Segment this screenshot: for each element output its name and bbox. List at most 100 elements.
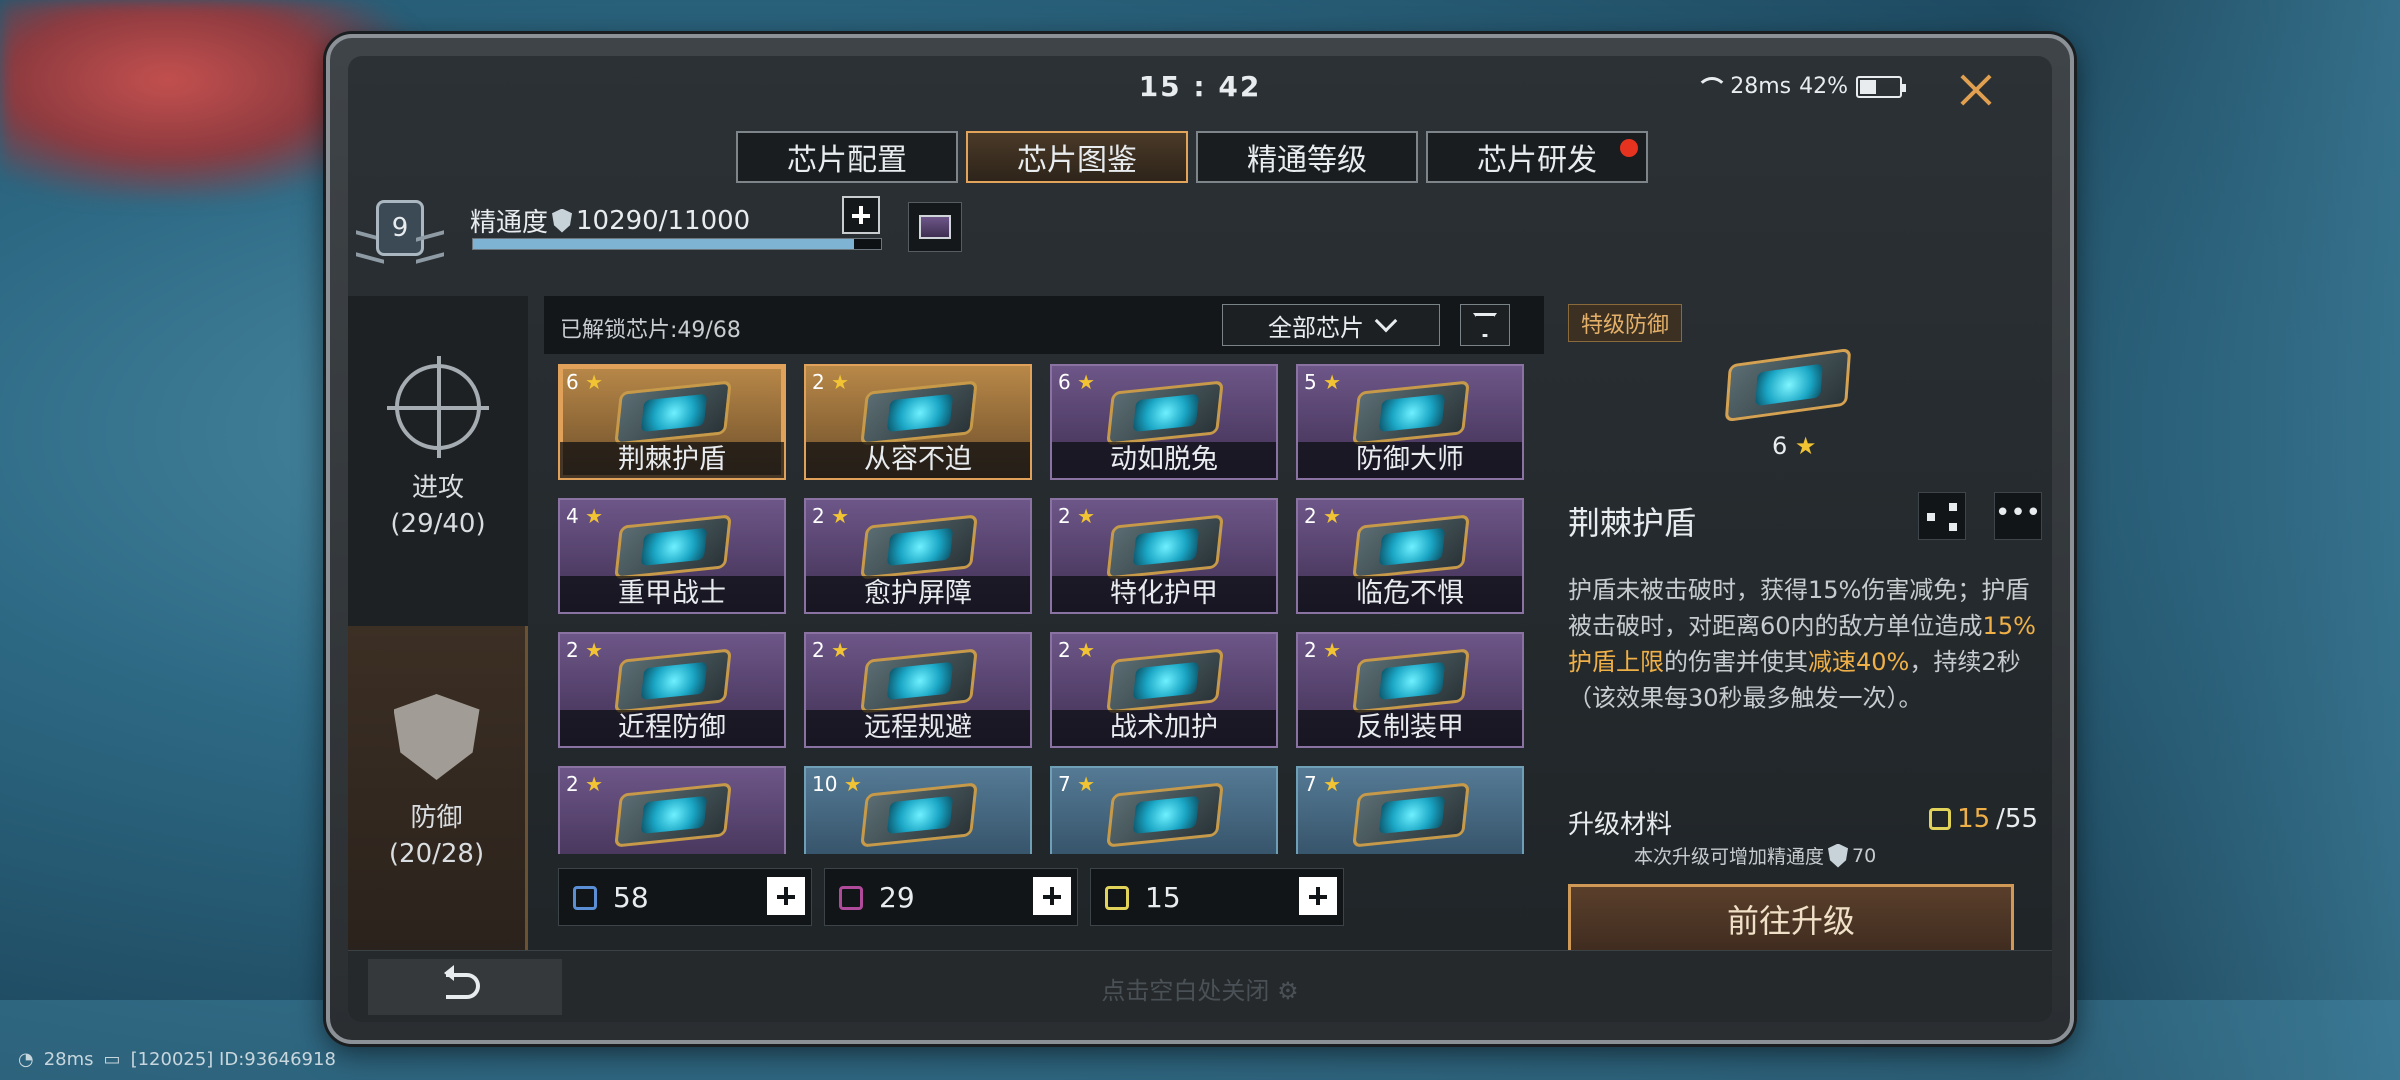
- chip-card[interactable]: 5 ★ 防御大师: [1296, 364, 1524, 480]
- battery-icon: [1856, 75, 1906, 98]
- chip-card[interactable]: 2 ★ 战术加护: [1050, 632, 1278, 748]
- star-icon: ★: [831, 638, 850, 662]
- card-name: 防御大师: [1298, 442, 1522, 478]
- card-stars: 2 ★: [812, 370, 849, 394]
- star-count: 2: [812, 370, 825, 394]
- os-id: [120025] ID:93646918: [130, 1049, 336, 1070]
- chip-card[interactable]: 2 ★ 近程防御: [558, 632, 786, 748]
- card-stars: 2 ★: [1304, 504, 1341, 528]
- close-icon[interactable]: [1958, 72, 1994, 108]
- card-name: 荆棘护盾: [560, 442, 784, 478]
- notification-dot: [1620, 139, 1638, 157]
- filter-value: 全部芯片: [1268, 313, 1364, 342]
- chip-card[interactable]: 2 ★ 远程规避: [804, 632, 1032, 748]
- tree-view-button[interactable]: [1918, 492, 1966, 540]
- material-total: /55: [1996, 804, 2038, 834]
- shield-icon: [393, 694, 480, 780]
- hint-value: 70: [1852, 844, 1877, 867]
- nav-defense[interactable]: 防御 (20/28): [348, 626, 528, 956]
- card-stars: 2 ★: [566, 638, 603, 662]
- grid-header: 已解锁芯片:49/68 全部芯片: [544, 296, 1544, 354]
- tree-node: [1949, 523, 1957, 531]
- info-card-button[interactable]: [908, 202, 962, 252]
- chip-icon: [614, 514, 732, 580]
- tab-mastery-level[interactable]: 精通等级: [1196, 131, 1418, 183]
- chip-card[interactable]: 2 ★ 特化护甲: [1050, 498, 1278, 614]
- chip-card[interactable]: 2 ★ 从容不迫: [804, 364, 1032, 480]
- chip-card[interactable]: 7 ★: [1296, 766, 1524, 854]
- level-badge: 9: [356, 200, 444, 280]
- material-slot: 58: [558, 868, 812, 926]
- card-name: 重甲战士: [560, 576, 784, 612]
- card-stars: 10 ★: [812, 772, 862, 796]
- chip-card[interactable]: 10 ★: [804, 766, 1032, 854]
- screen: 15 : 42 28ms 42% 芯片配置 芯片图鉴 精通等级 芯片研发 9 精通…: [348, 56, 2052, 1022]
- device-frame: 15 : 42 28ms 42% 芯片配置 芯片图鉴 精通等级 芯片研发 9 精通…: [326, 34, 2074, 1044]
- star-count: 2: [566, 772, 579, 796]
- crosshair-icon: [387, 356, 489, 458]
- star-icon: ★: [585, 370, 604, 394]
- chip-name: 荆棘护盾: [1568, 504, 1697, 542]
- tab-chip-research[interactable]: 芯片研发: [1426, 131, 1648, 183]
- chip-icon: [1352, 380, 1470, 446]
- battery-icon: ▭: [103, 1049, 121, 1070]
- star-count: 2: [1058, 638, 1071, 662]
- star-icon: ★: [1794, 432, 1817, 460]
- card-stars: 2 ★: [1304, 638, 1341, 662]
- star-count: 4: [566, 504, 579, 528]
- material-chip-icon: [1105, 886, 1129, 910]
- close-hint[interactable]: 点击空白处关闭 ⚙: [348, 971, 2052, 1006]
- chip-card[interactable]: 2 ★ 愈护屏障: [804, 498, 1032, 614]
- chip-card[interactable]: 2 ★: [558, 766, 786, 854]
- funnel-icon: [1473, 313, 1497, 337]
- nav-attack[interactable]: 进攻 (29/40): [348, 296, 528, 626]
- more-options-button[interactable]: •••: [1994, 492, 2042, 540]
- add-material-button[interactable]: [1299, 877, 1337, 915]
- tab-bar: 芯片配置 芯片图鉴 精通等级 芯片研发: [736, 131, 1648, 183]
- upgrade-hint: 本次升级可增加精通度 70: [1634, 842, 1876, 869]
- chip-icon: [860, 380, 978, 446]
- card-name: 战术加护: [1052, 710, 1276, 746]
- material-chip-icon: [573, 886, 597, 910]
- add-material-button[interactable]: [1033, 877, 1071, 915]
- tab-label: 芯片研发: [1477, 143, 1597, 178]
- chip-card[interactable]: 4 ★ 重甲战士: [558, 498, 786, 614]
- star-icon: ★: [585, 638, 604, 662]
- mastery-progress-bar: [472, 238, 882, 250]
- chip-filter-dropdown[interactable]: 全部芯片: [1222, 304, 1440, 346]
- material-slot: 29: [824, 868, 1078, 926]
- chip-card[interactable]: 2 ★ 临危不惧: [1296, 498, 1524, 614]
- nav-count: (20/28): [388, 839, 485, 869]
- mastery-shield-icon: [552, 208, 573, 233]
- chip-card[interactable]: 6 ★ 荆棘护盾: [558, 364, 786, 480]
- star-count: 10: [812, 772, 838, 796]
- tab-chip-codex[interactable]: 芯片图鉴: [966, 131, 1188, 183]
- chip-icon: [614, 648, 732, 714]
- chip-icon: [860, 648, 978, 714]
- chip-card[interactable]: 7 ★: [1050, 766, 1278, 854]
- add-mastery-button[interactable]: [842, 196, 880, 234]
- star-count: 7: [1058, 772, 1071, 796]
- chip-icon: [1106, 380, 1224, 446]
- hint-text: 本次升级可增加精通度: [1634, 846, 1825, 868]
- chip-material-icon: [1929, 808, 1952, 830]
- card-stars: 2 ★: [812, 504, 849, 528]
- background-blur-right: [2020, 0, 2400, 1080]
- star-icon: ★: [1077, 504, 1096, 528]
- add-material-button[interactable]: [767, 877, 805, 915]
- tab-label: 芯片配置: [787, 143, 907, 178]
- go-upgrade-button[interactable]: 前往升级: [1568, 884, 2014, 958]
- tree-node: [1949, 503, 1957, 511]
- chip-card[interactable]: 2 ★ 反制装甲: [1296, 632, 1524, 748]
- filter-button[interactable]: [1460, 304, 1510, 346]
- star-icon: ★: [1323, 772, 1342, 796]
- star-icon: ★: [1323, 370, 1342, 394]
- close-hint-text: 点击空白处关闭: [1101, 977, 1270, 1005]
- status-indicators: 28ms 42%: [1696, 74, 1906, 99]
- desc-text: 的伤害并使其: [1664, 648, 1808, 676]
- star-icon: ★: [1077, 638, 1096, 662]
- chip-card[interactable]: 6 ★ 动如脱兔: [1050, 364, 1278, 480]
- tab-chip-config[interactable]: 芯片配置: [736, 131, 958, 183]
- chip-icon: [1106, 514, 1224, 580]
- card-name: 反制装甲: [1298, 710, 1522, 746]
